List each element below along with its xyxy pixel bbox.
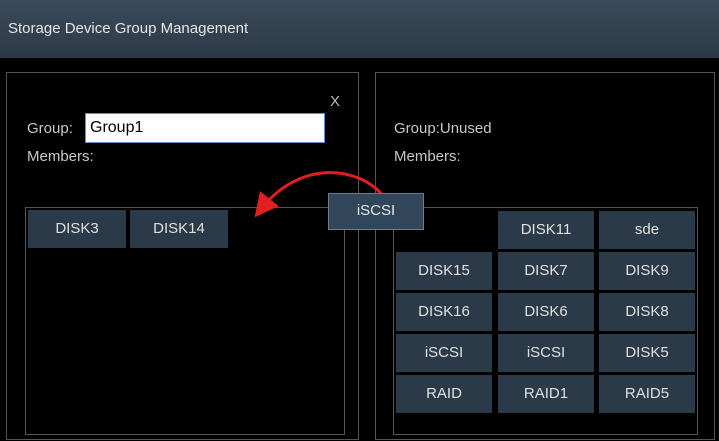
group-name-input[interactable] [85, 113, 325, 143]
close-button[interactable]: X [330, 93, 340, 110]
device-chip[interactable]: DISK11 [498, 211, 594, 249]
device-chip[interactable]: RAID1 [498, 375, 594, 413]
member-chip-disk14[interactable]: DISK14 [130, 210, 228, 248]
unused-group-label: Group:Unused [394, 120, 492, 137]
device-chip[interactable]: DISK6 [498, 293, 594, 331]
dragged-device-chip[interactable]: iSCSI [328, 193, 424, 230]
unused-members-label: Members: [394, 148, 461, 165]
unused-group-panel: Group:Unused Members: DISK15 DISK16 iSCS… [375, 72, 715, 440]
device-chip[interactable]: DISK8 [599, 293, 695, 331]
member-chip-disk3[interactable]: DISK3 [28, 210, 126, 248]
device-chip[interactable]: DISK9 [599, 252, 695, 290]
device-chip[interactable]: RAID [396, 375, 492, 413]
members-label: Members: [27, 148, 94, 165]
title-bar: Storage Device Group Management [0, 0, 719, 58]
group-label: Group: [27, 120, 73, 137]
unused-members-box[interactable]: DISK15 DISK16 iSCSI RAID DISK11 DISK7 DI… [393, 207, 698, 435]
device-chip[interactable]: DISK15 [396, 252, 492, 290]
device-chip[interactable]: DISK7 [498, 252, 594, 290]
device-chip[interactable]: RAID5 [599, 375, 695, 413]
window-title: Storage Device Group Management [8, 20, 249, 37]
device-chip[interactable]: iSCSI [498, 334, 594, 372]
group-members-box[interactable]: DISK3 DISK14 [25, 207, 345, 435]
device-chip[interactable]: sde [599, 211, 695, 249]
group-edit-panel: X Group: Members: DISK3 DISK14 [6, 72, 359, 440]
device-chip[interactable]: iSCSI [396, 334, 492, 372]
device-chip[interactable]: DISK16 [396, 293, 492, 331]
device-chip[interactable]: DISK5 [599, 334, 695, 372]
